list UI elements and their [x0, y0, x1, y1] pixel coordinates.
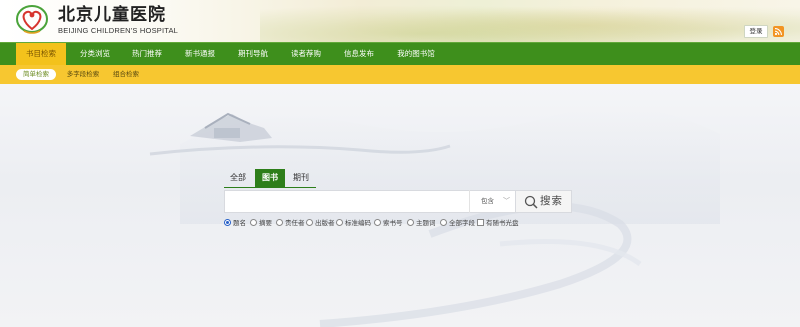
radio-button[interactable] [250, 219, 257, 226]
login-button[interactable]: 登录 [744, 25, 768, 38]
subnav-combined-search[interactable]: 组合检索 [108, 69, 144, 80]
subnav-simple-search[interactable]: 简单检索 [16, 69, 56, 80]
chevron-down-icon: ﹀ [503, 197, 510, 205]
nav-item-popular[interactable]: 热门推荐 [122, 43, 172, 65]
search-button[interactable]: 搜索 [515, 190, 572, 213]
hospital-logo-icon [16, 5, 48, 34]
hospital-name-english: BEIJING CHILDREN'S HOSPITAL [58, 26, 179, 35]
radio-button[interactable] [407, 219, 414, 226]
nav-item-journals[interactable]: 期刊导航 [228, 43, 278, 65]
sub-nav: 简单检索 多字段检索 组合检索 [0, 65, 800, 84]
tab-journals[interactable]: 期刊 [288, 169, 314, 187]
match-mode-select[interactable]: 包含 ﹀ [469, 190, 515, 213]
search-button-label: 搜索 [540, 195, 563, 207]
tab-all[interactable]: 全部 [224, 169, 252, 187]
subnav-multi-field-search[interactable]: 多字段检索 [62, 69, 104, 80]
match-mode-value: 包含 [481, 197, 494, 205]
radio-button[interactable] [276, 219, 283, 226]
nav-item-category-browse[interactable]: 分类浏览 [70, 43, 120, 65]
main-nav: 书目检索 分类浏览 热门推荐 新书通报 期刊导航 读者荐购 信息发布 我的图书馆 [0, 42, 800, 65]
search-icon [524, 195, 538, 209]
nav-item-announcements[interactable]: 信息发布 [334, 43, 384, 65]
nav-item-my-library[interactable]: 我的图书馆 [387, 43, 445, 65]
nav-item-new-books[interactable]: 新书通报 [175, 43, 225, 65]
nav-item-catalog-search[interactable]: 书目检索 [16, 43, 66, 65]
tab-underline [224, 187, 316, 188]
checkbox[interactable] [477, 219, 484, 226]
nav-item-reader-recommend[interactable]: 读者荐购 [281, 43, 331, 65]
header-background-art [260, 0, 800, 42]
radio-button[interactable] [306, 219, 313, 226]
radio-button[interactable] [440, 219, 447, 226]
radio-button[interactable] [374, 219, 381, 226]
site-header: 北京儿童医院 BEIJING CHILDREN'S HOSPITAL 登录 [0, 0, 800, 42]
hospital-name: 北京儿童医院 [58, 5, 166, 25]
radio-button[interactable] [336, 219, 343, 226]
tab-books[interactable]: 图书 [255, 169, 285, 187]
rss-icon[interactable] [773, 26, 784, 37]
radio-button[interactable] [224, 219, 231, 226]
